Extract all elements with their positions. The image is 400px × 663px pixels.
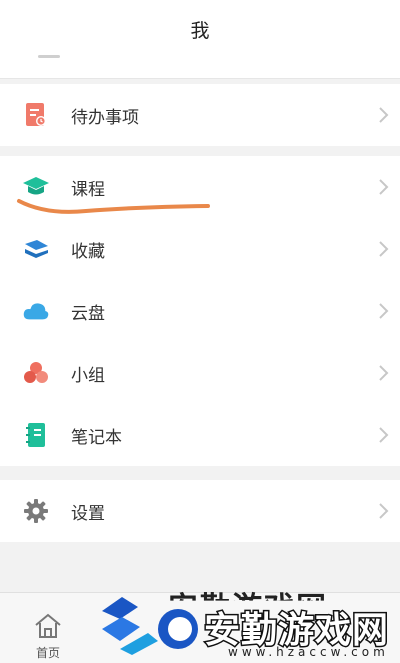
watermark-url: www.hzaccw.com (228, 645, 389, 659)
menu-item-label: 设置 (71, 503, 105, 524)
scroll-handle (38, 55, 60, 58)
group-icon (22, 359, 50, 387)
menu-item-todo[interactable]: 待办事项 (0, 84, 400, 146)
menu-item-label: 待办事项 (71, 107, 139, 128)
menu-item-course[interactable]: 课程 (0, 156, 400, 218)
chevron-right-icon (379, 503, 389, 519)
notebook-icon (22, 421, 50, 449)
menu-item-label: 笔记本 (71, 427, 122, 448)
menu-group-main: 课程 收藏 云盘 小组 笔记本 (0, 156, 400, 466)
menu-item-settings[interactable]: 设置 (0, 480, 400, 542)
menu-item-label: 课程 (71, 179, 105, 200)
menu-item-favorites[interactable]: 收藏 (0, 218, 400, 280)
home-icon (35, 613, 61, 638)
menu-item-group[interactable]: 小组 (0, 342, 400, 404)
cloud-disk-icon (22, 297, 50, 325)
todo-icon (22, 101, 50, 129)
course-icon (22, 173, 50, 201)
favorites-icon (22, 235, 50, 263)
menu-item-cloud-disk[interactable]: 云盘 (0, 280, 400, 342)
menu-group-settings: 设置 (0, 480, 400, 542)
page-title: 我 (190, 20, 210, 42)
chevron-right-icon (379, 179, 389, 195)
menu-item-notebook[interactable]: 笔记本 (0, 404, 400, 466)
tab-home-label: 首页 (35, 646, 60, 660)
menu-group-todo: 待办事项 (0, 84, 400, 146)
site-watermark: 安勤游戏网 安勤游戏网 www.hzaccw.com (100, 585, 400, 662)
menu-item-label: 云盘 (71, 303, 105, 324)
chevron-right-icon (379, 427, 389, 443)
menu-item-label: 小组 (71, 365, 105, 386)
gear-icon (22, 497, 50, 525)
page-header: 我 (0, 0, 400, 79)
menu-item-label: 收藏 (71, 241, 105, 262)
chevron-right-icon (379, 107, 389, 123)
tab-home[interactable]: 首页 (28, 608, 68, 660)
chevron-right-icon (379, 365, 389, 381)
chevron-right-icon (379, 241, 389, 257)
chevron-right-icon (379, 303, 389, 319)
